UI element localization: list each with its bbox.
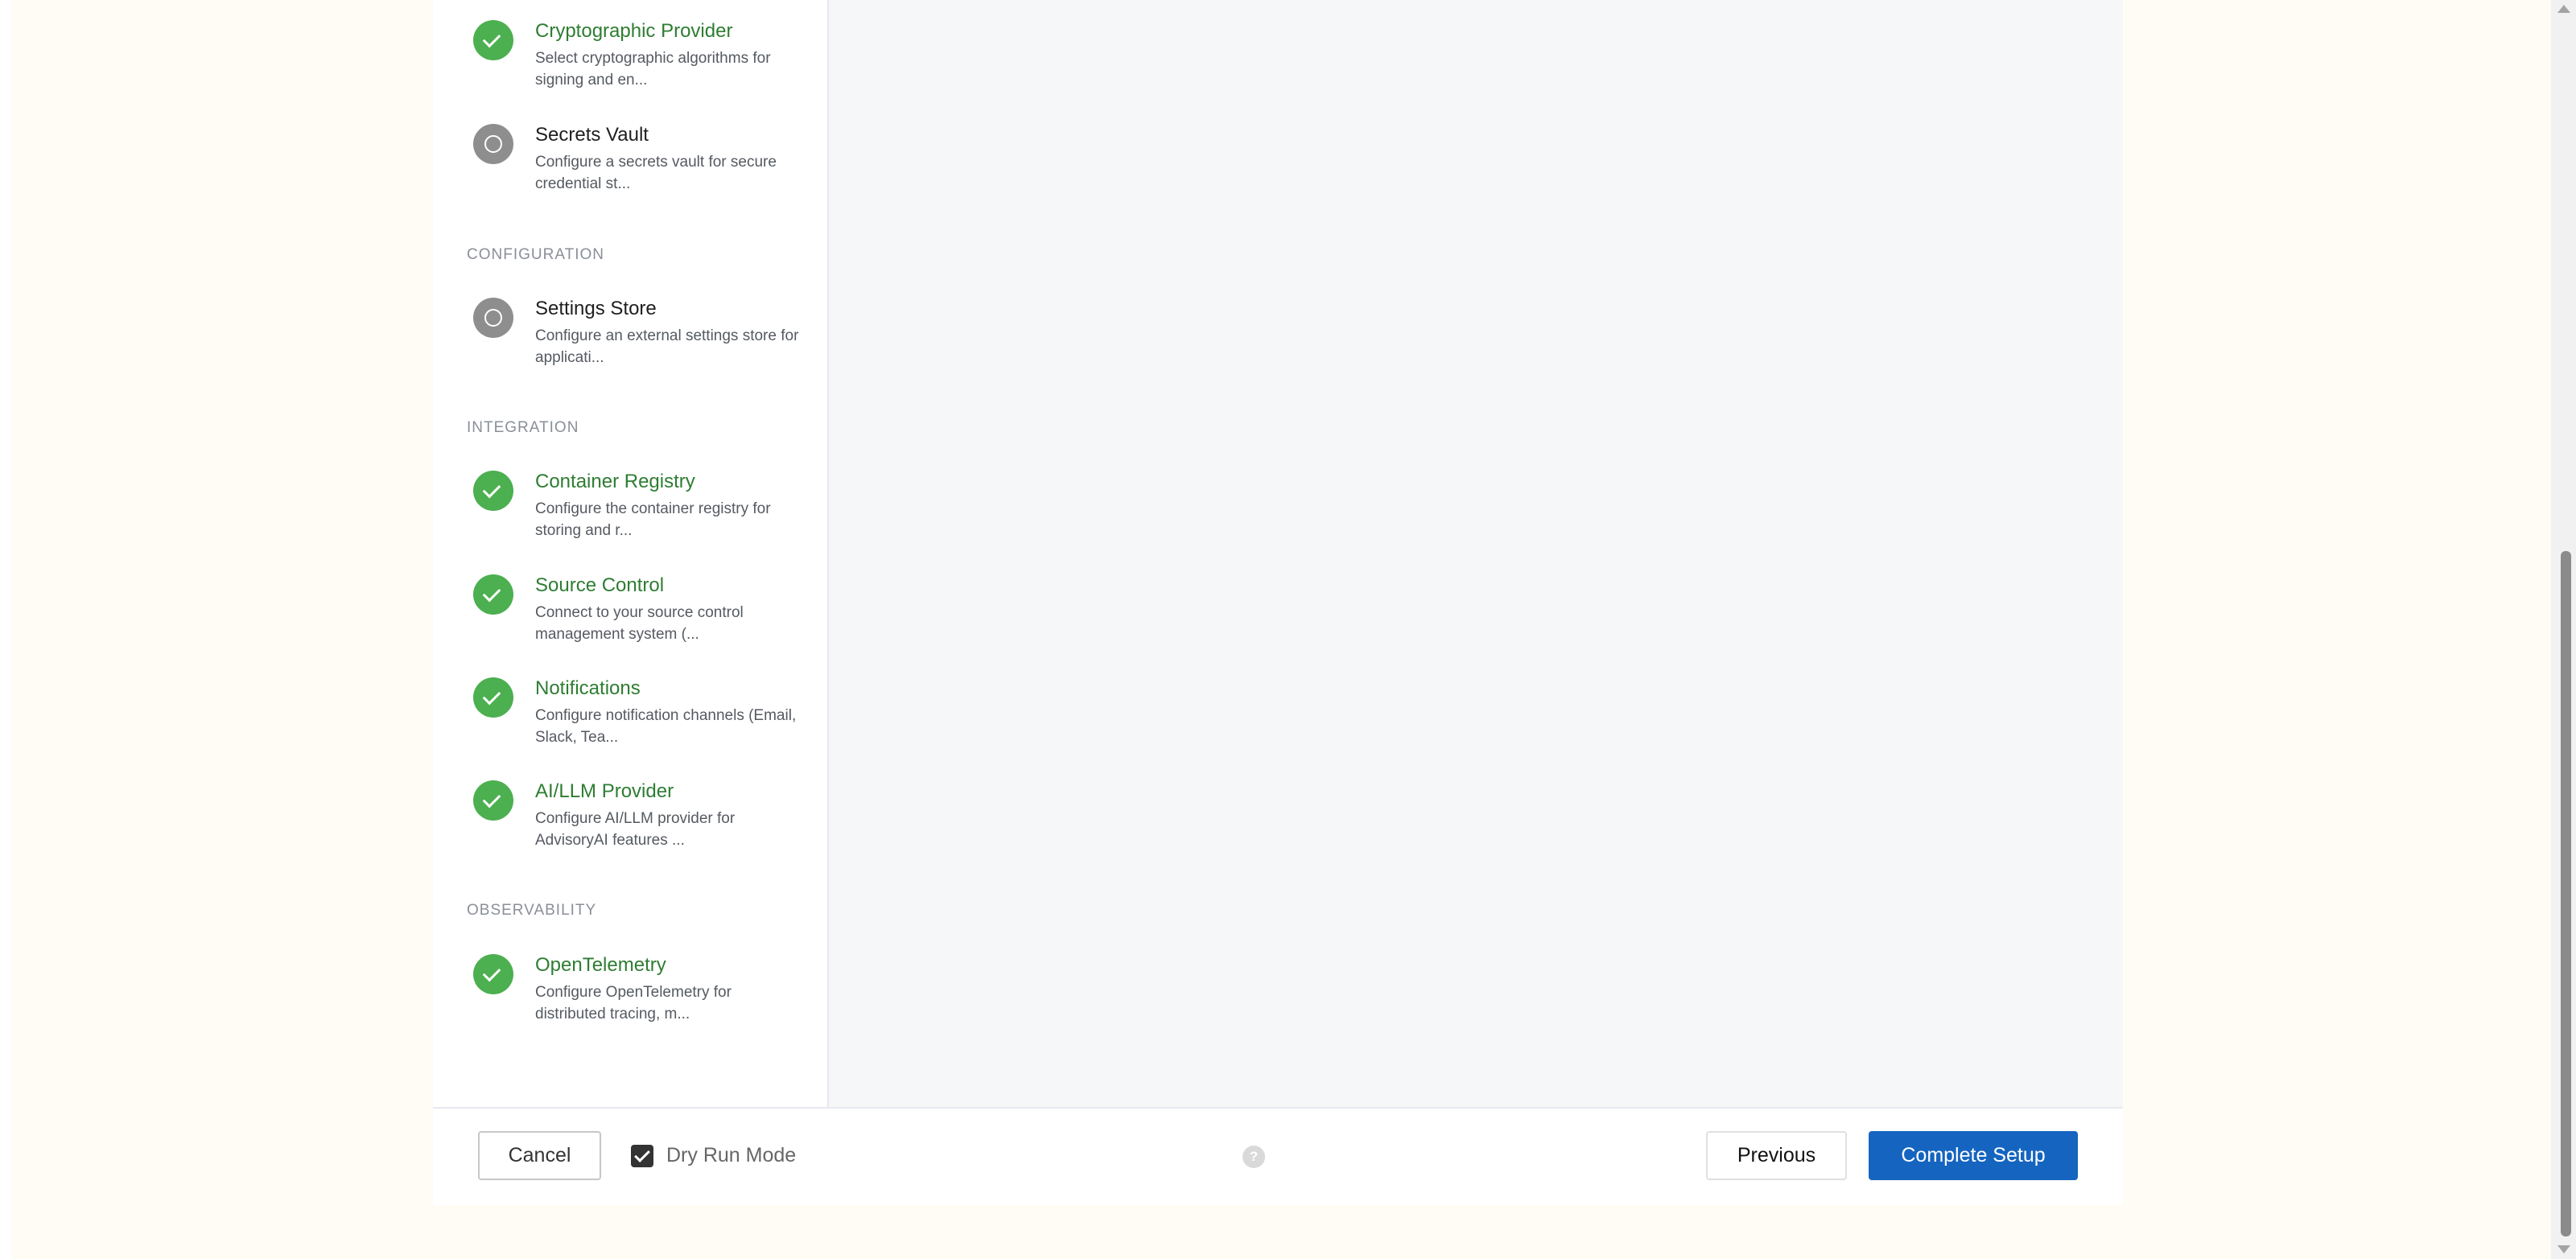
step-cryptographic-provider[interactable]: Cryptographic Provider Select cryptograp… — [473, 20, 811, 109]
step-notifications[interactable]: Notifications Configure notification cha… — [473, 677, 811, 766]
section-label-configuration: CONFIGURATION — [467, 246, 604, 263]
dry-run-checkbox[interactable] — [631, 1145, 653, 1167]
step-description: Select cryptographic algorithms for sign… — [535, 50, 771, 88]
step-title: Source Control — [535, 574, 665, 596]
step-title: Settings Store — [535, 298, 657, 319]
step-container-registry[interactable]: Container Registry Configure the contain… — [473, 471, 811, 559]
step-title: Notifications — [535, 677, 641, 699]
step-description: Connect to your source control managemen… — [535, 604, 744, 643]
step-source-control[interactable]: Source Control Connect to your source co… — [473, 574, 811, 663]
step-title: Container Registry — [535, 471, 695, 492]
step-description: Configure OpenTelemetry for distributed … — [535, 984, 732, 1022]
step-ai-llm-provider[interactable]: AI/LLM Provider Configure AI/LLM provide… — [473, 780, 811, 869]
check-circle-icon — [473, 471, 513, 511]
step-description: Configure an external settings store for… — [535, 327, 799, 366]
check-circle-icon — [473, 574, 513, 615]
step-content-panel — [829, 0, 2123, 1107]
question-mark-icon[interactable]: ? — [1243, 1146, 1265, 1168]
previous-button[interactable]: Previous — [1706, 1131, 1847, 1180]
scroll-down-arrow-icon[interactable] — [2557, 1245, 2570, 1253]
vertical-scrollbar[interactable] — [2551, 0, 2576, 1259]
circle-outline-icon — [473, 298, 513, 338]
step-title: OpenTelemetry — [535, 954, 666, 976]
step-description: Configure a secrets vault for secure cre… — [535, 154, 777, 192]
step-title: AI/LLM Provider — [535, 780, 674, 802]
check-circle-icon — [473, 780, 513, 821]
scroll-up-arrow-icon[interactable] — [2557, 5, 2570, 13]
cancel-button[interactable]: Cancel — [478, 1131, 601, 1180]
section-label-observability: OBSERVABILITY — [467, 902, 597, 919]
wizard-footer: Cancel Dry Run Mode ? Previous Complete … — [433, 1107, 2123, 1205]
step-secrets-vault[interactable]: Secrets Vault Configure a secrets vault … — [473, 124, 811, 212]
step-title: Cryptographic Provider — [535, 20, 733, 42]
complete-setup-button[interactable]: Complete Setup — [1869, 1131, 2078, 1180]
step-title: Secrets Vault — [535, 124, 649, 146]
check-circle-icon — [473, 954, 513, 994]
page-left-edge — [0, 0, 11, 1259]
section-label-integration: INTEGRATION — [467, 419, 579, 436]
circle-outline-icon — [473, 124, 513, 164]
setup-wizard: Cryptographic Provider Select cryptograp… — [433, 0, 2123, 1205]
step-description: Configure notification channels (Email, … — [535, 707, 797, 746]
steps-sidebar: Cryptographic Provider Select cryptograp… — [433, 0, 829, 1107]
dry-run-label: Dry Run Mode — [666, 1144, 797, 1166]
step-description: Configure the container registry for sto… — [535, 500, 771, 539]
step-settings-store[interactable]: Settings Store Configure an external set… — [473, 298, 811, 386]
check-circle-icon — [473, 677, 513, 718]
step-opentelemetry[interactable]: OpenTelemetry Configure OpenTelemetry fo… — [473, 954, 811, 1043]
check-circle-icon — [473, 20, 513, 60]
scrollbar-thumb[interactable] — [2561, 551, 2571, 1236]
step-description: Configure AI/LLM provider for AdvisoryAI… — [535, 810, 736, 849]
